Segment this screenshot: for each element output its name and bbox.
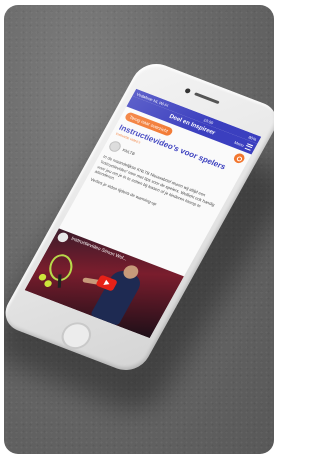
earpiece-speaker [193, 92, 220, 105]
menu-button[interactable]: Menu [233, 139, 254, 151]
menu-label: Menu [233, 139, 246, 148]
video-title: Instructievideo Simon Wol... [69, 236, 128, 263]
author-name[interactable]: KNLTB [122, 148, 136, 157]
player-figure [89, 267, 145, 326]
search-icon[interactable] [232, 152, 247, 165]
hamburger-icon [244, 143, 254, 151]
photo-background: Vodafone NL Wi-Fi 10:00 80% Deel en Insp… [4, 5, 274, 454]
racket-handle [57, 274, 62, 288]
channel-logo-icon [55, 231, 71, 244]
front-camera-icon [184, 87, 192, 94]
video-embed[interactable]: Instructievideo Simon Wol... [24, 228, 184, 339]
tennis-ball-icon [43, 279, 54, 288]
